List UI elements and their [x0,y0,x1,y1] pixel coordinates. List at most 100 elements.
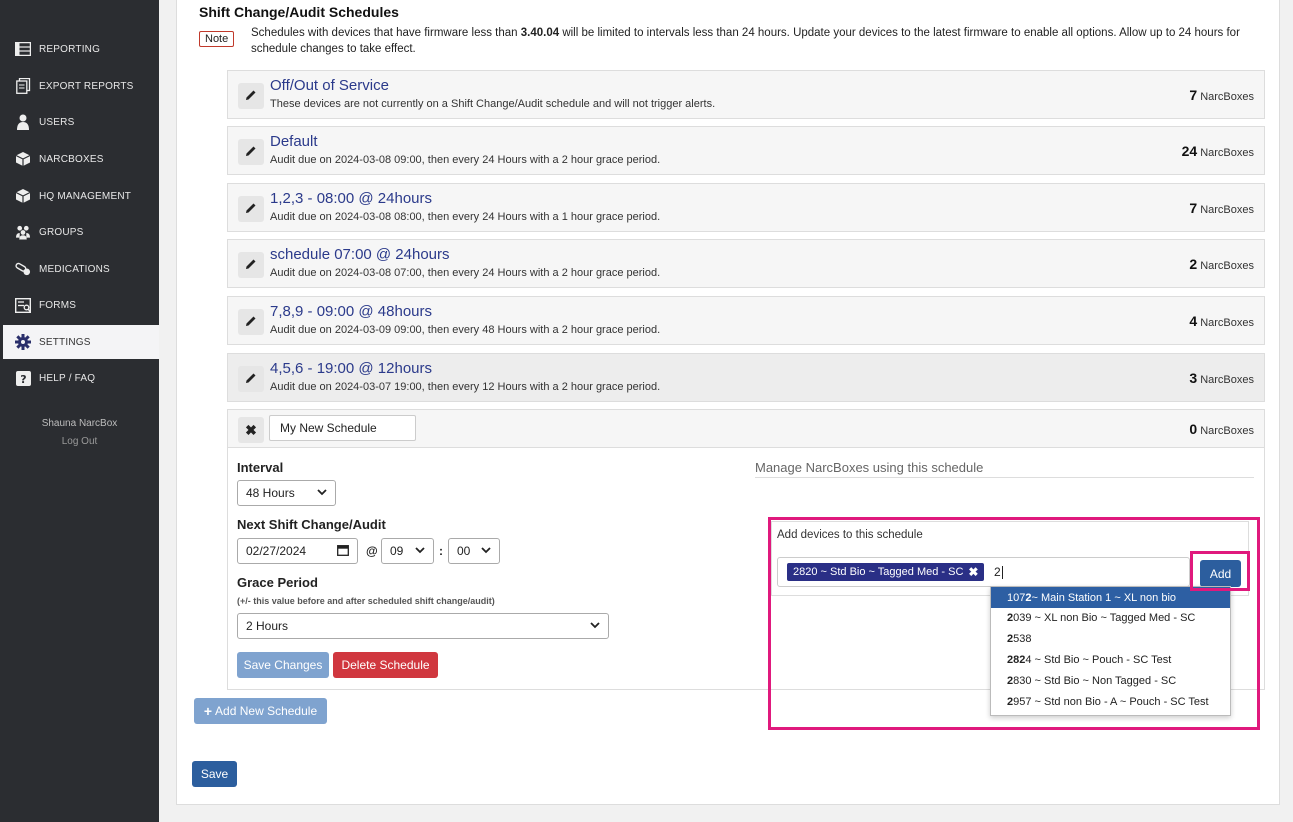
edit-schedule-button[interactable] [238,139,264,165]
grace-period-select[interactable]: 2 Hours [237,613,609,639]
interval-label: Interval [237,460,284,475]
edit-schedule-button[interactable] [238,252,264,278]
narcbox-count: 3 NarcBoxes [1189,370,1254,386]
sidebar-item-medications[interactable]: MEDICATIONS [3,252,159,286]
add-new-schedule-label: Add New Schedule [215,704,318,718]
count-value: 4 [1189,313,1198,329]
sidebar-item-label: REPORTING [39,43,101,55]
sidebar-item-settings[interactable]: SETTINGS [3,325,159,359]
delete-schedule-button[interactable]: Delete Schedule [333,652,438,678]
chevron-down-icon [590,621,600,631]
table-icon [15,41,31,57]
pencil-icon [245,258,257,273]
sidebar-item-label: USERS [39,116,75,128]
schedule-name[interactable]: 7,8,9 - 09:00 @ 48hours [270,303,432,320]
hour-value: 09 [390,544,404,558]
edit-schedule-button[interactable] [238,309,264,335]
count-unit: NarcBoxes [1200,204,1254,216]
schedule-name-input[interactable] [269,415,416,441]
schedule-description: Audit due on 2024-03-08 09:00, then ever… [270,154,661,166]
sidebar-item-export-reports[interactable]: EXPORT REPORTS [3,69,159,103]
narcbox-count: 7 NarcBoxes [1189,87,1254,103]
schedule-name[interactable]: 4,5,6 - 19:00 @ 12hours [270,360,432,377]
sidebar-item-users[interactable]: USERS [3,105,159,139]
schedule-row[interactable]: 4,5,6 - 19:00 @ 12hours Audit due on 202… [227,353,1265,402]
box-icon [15,151,31,167]
interval-select[interactable]: 48 Hours [237,480,336,506]
chevron-down-icon [317,488,327,498]
sidebar-item-groups[interactable]: GROUPS [3,215,159,249]
save-changes-button[interactable]: Save Changes [237,652,329,678]
sidebar-item-narcboxes[interactable]: NARCBOXES [3,142,159,176]
schedule-row[interactable]: Default Audit due on 2024-03-08 09:00, t… [227,126,1265,175]
save-button[interactable]: Save [192,761,237,787]
sidebar-item-label: HELP / FAQ [39,372,96,384]
schedule-name[interactable]: Default [270,133,318,150]
schedule-description: Audit due on 2024-03-08 08:00, then ever… [270,211,661,223]
note-badge: Note [199,31,235,47]
schedule-row[interactable]: Off/Out of Service These devices are not… [227,70,1265,119]
narcbox-count: 24 NarcBoxes [1182,143,1254,159]
calendar-icon[interactable] [337,544,349,559]
user-name: Shauna NarcBox [41,418,118,429]
edit-schedule-button[interactable] [238,366,264,392]
chevron-down-icon [415,546,425,556]
grace-period-hint: (+/- this value before and after schedul… [237,596,495,606]
schedule-name[interactable]: schedule 07:00 @ 24hours [270,246,450,263]
narcbox-count: 7 NarcBoxes [1189,200,1254,216]
close-editor-button[interactable]: ✖ [238,417,264,443]
schedule-row[interactable]: 1,2,3 - 08:00 @ 24hours Audit due on 202… [227,183,1265,232]
sidebar-item-label: MEDICATIONS [39,263,110,275]
highlight-box [1190,551,1250,591]
firmware-version: 3.40.04 [520,27,560,39]
pencil-icon [245,372,257,387]
grace-period-label: Grace Period [237,575,318,590]
note-text: Schedules with devices that have firmwar… [251,25,1256,57]
schedule-row[interactable]: schedule 07:00 @ 24hours Audit due on 20… [227,239,1265,288]
at-symbol: @ [366,544,378,558]
date-input[interactable]: 02/27/2024 [237,538,358,564]
sidebar-item-help-faq[interactable]: ? HELP / FAQ [3,361,159,395]
sidebar-item-label: FORMS [39,299,77,311]
new-schedule-header: ✖ 0 NarcBoxes [228,410,1264,448]
help-icon: ? [15,370,31,386]
count-value: 7 [1189,87,1198,103]
highlight-box [768,517,1260,730]
sidebar-item-reporting[interactable]: REPORTING [3,32,159,66]
narcbox-count: 4 NarcBoxes [1189,313,1254,329]
form-icon [15,297,31,313]
sidebar-item-label: GROUPS [39,226,84,238]
count-unit: NarcBoxes [1200,374,1254,386]
gear-icon [15,334,31,350]
svg-text:?: ? [20,373,27,386]
sidebar-item-label: EXPORT REPORTS [39,80,134,92]
logout-link[interactable]: Log Out [0,436,159,447]
count-value: 3 [1189,370,1198,386]
sidebar-item-forms[interactable]: FORMS [3,288,159,322]
chevron-down-icon [481,546,491,556]
count-value: 0 [1189,421,1198,437]
user-icon [15,114,31,130]
schedule-name[interactable]: 1,2,3 - 08:00 @ 24hours [270,190,432,207]
edit-schedule-button[interactable] [238,196,264,222]
narcbox-count: 2 NarcBoxes [1189,256,1254,272]
count-unit: NarcBoxes [1200,425,1254,437]
sidebar-item-label: HQ MANAGEMENT [39,190,132,202]
pills-icon [15,261,31,277]
count-unit: NarcBoxes [1200,147,1254,159]
minute-value: 00 [457,544,471,558]
sidebar-item-hq-management[interactable]: HQ MANAGEMENT [3,179,159,213]
next-audit-label: Next Shift Change/Audit [237,517,386,532]
edit-schedule-button[interactable] [238,83,264,109]
hour-select[interactable]: 09 [381,538,434,564]
schedule-description: These devices are not currently on a Shi… [270,98,716,110]
pencil-icon [245,315,257,330]
schedule-row[interactable]: 7,8,9 - 09:00 @ 48hours Audit due on 202… [227,296,1265,345]
sidebar-item-label: SETTINGS [39,336,91,348]
minute-select[interactable]: 00 [448,538,500,564]
schedule-name[interactable]: Off/Out of Service [270,77,389,94]
pencil-icon [245,145,257,160]
schedule-description: Audit due on 2024-03-07 19:00, then ever… [270,381,661,393]
add-new-schedule-button[interactable]: + Add New Schedule [194,698,327,724]
box-icon [15,188,31,204]
